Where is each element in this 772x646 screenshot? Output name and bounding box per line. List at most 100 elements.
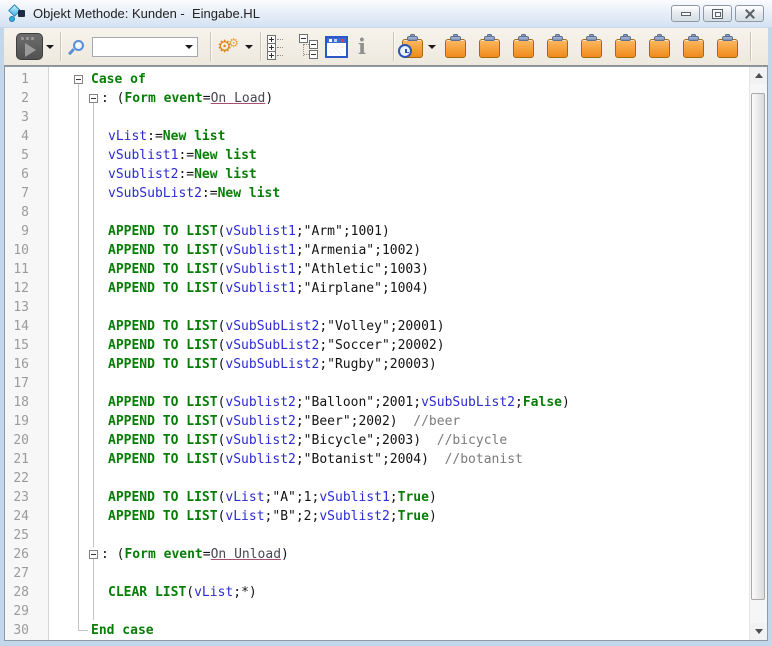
scroll-up-button[interactable] (750, 67, 767, 84)
clipboard-history-icon (401, 34, 425, 60)
clipboard-icon (580, 34, 604, 60)
clipboard-button-4[interactable] (546, 28, 570, 65)
line-number: 24 (5, 507, 48, 526)
clipboard-button-3[interactable] (512, 28, 536, 65)
code-line (49, 564, 749, 583)
line-number: 10 (5, 241, 48, 260)
code-token: : ( (101, 91, 124, 106)
code-token: vSubSubList2 (225, 357, 319, 372)
code-token: ;"Soccer";20002) (319, 338, 444, 353)
code-token: vSublist1 (225, 224, 295, 239)
line-number: 2 (5, 89, 48, 108)
clipboard-button-6[interactable] (614, 28, 638, 65)
toolbar-separator (210, 32, 211, 61)
code-token: ) (265, 91, 273, 106)
clipboard-button-7[interactable] (648, 28, 672, 65)
code-token: vSublist1 (225, 243, 295, 258)
code-token: := (178, 167, 194, 182)
scroll-down-button[interactable] (750, 623, 767, 640)
line-number: 13 (5, 298, 48, 317)
code-token: ) (562, 395, 570, 410)
code-token: vSubSubList2 (225, 319, 319, 334)
clipboard-button-8[interactable] (682, 28, 706, 65)
clipboard-icon (716, 34, 740, 60)
toolbar-separator (750, 32, 751, 61)
method-editor-window: Objekt Methode: Kunden - Eingabe.HL (0, 0, 772, 646)
vertical-scrollbar[interactable] (749, 67, 767, 640)
line-number: 18 (5, 393, 48, 412)
info-button[interactable] (358, 28, 366, 65)
code-token: ;"Athletic";1003) (296, 262, 429, 277)
line-number: 3 (5, 108, 48, 127)
line-number: 4 (5, 127, 48, 146)
maximize-button[interactable] (703, 5, 732, 22)
search-combobox[interactable] (92, 28, 198, 65)
code-line: APPEND TO LIST(vSubSubList2;"Volley";200… (49, 317, 749, 336)
code-line: Case of (49, 70, 749, 89)
close-button[interactable] (735, 5, 764, 22)
toolbar-separator (393, 32, 394, 61)
chevron-down-icon[interactable] (428, 45, 436, 49)
run-method-button[interactable] (16, 28, 54, 65)
macros-button[interactable] (325, 28, 348, 65)
code-line (49, 203, 749, 222)
clock-icon (398, 44, 412, 58)
line-number: 30 (5, 621, 48, 640)
chevron-down-icon[interactable] (46, 45, 54, 49)
code-token: New list (194, 167, 257, 182)
code-area[interactable]: Case of: (Form event=On Load)vList:=New … (49, 67, 749, 640)
code-token: APPEND TO LIST (108, 490, 218, 505)
minimize-icon (681, 12, 691, 16)
code-token: vSublist2 (108, 167, 178, 182)
code-token: vList (225, 490, 264, 505)
code-token: vSublist2 (225, 452, 295, 467)
code-token: APPEND TO LIST (108, 281, 218, 296)
clipboard-button-9[interactable] (716, 28, 740, 65)
code-token: ;"Bicycle";2003) (296, 433, 437, 448)
line-number: 16 (5, 355, 48, 374)
code-lines: Case of: (Form event=On Load)vList:=New … (49, 70, 749, 640)
combobox-arrow-icon[interactable] (181, 45, 197, 49)
code-token: On Unload (211, 547, 281, 562)
code-token: New list (163, 129, 226, 144)
code-token: APPEND TO LIST (108, 509, 218, 524)
code-token: APPEND TO LIST (108, 414, 218, 429)
clipboard-button-5[interactable] (580, 28, 604, 65)
line-number: 11 (5, 260, 48, 279)
search-input[interactable] (93, 39, 181, 55)
fold-toggle-icon[interactable] (89, 550, 98, 559)
code-token: True (398, 490, 429, 505)
code-token: : ( (101, 547, 124, 562)
window-controls (671, 5, 764, 22)
line-number: 9 (5, 222, 48, 241)
code-token: vSublist2 (225, 433, 295, 448)
toolbar (4, 28, 768, 66)
scrollbar-thumb[interactable] (751, 93, 765, 600)
fold-toggle-icon[interactable] (89, 94, 98, 103)
chevron-down-icon[interactable] (245, 45, 253, 49)
code-token: ;*) (233, 585, 256, 600)
code-token: //bicycle (437, 433, 507, 448)
code-token: APPEND TO LIST (108, 243, 218, 258)
code-token: ;"Arm";1001) (296, 224, 390, 239)
code-editor[interactable]: 1234567891011121314151617181920212223242… (4, 66, 768, 641)
code-token: Form event (124, 91, 202, 106)
code-token: ;"Rugby";20003) (319, 357, 436, 372)
code-token: vSublist2 (319, 509, 389, 524)
code-token: ) (429, 509, 437, 524)
code-token: APPEND TO LIST (108, 395, 218, 410)
code-token: := (147, 129, 163, 144)
clipboard-button-2[interactable] (478, 28, 502, 65)
fold-toggle-icon[interactable] (74, 75, 83, 84)
method-properties-button[interactable] (217, 28, 253, 65)
minimize-button[interactable] (671, 5, 700, 22)
code-line (49, 602, 749, 621)
expand-all-button[interactable] (267, 28, 289, 65)
line-number: 19 (5, 412, 48, 431)
clipboard-button-1[interactable] (444, 28, 468, 65)
code-line: vSublist2:=New list (49, 165, 749, 184)
line-number: 7 (5, 184, 48, 203)
collapse-all-button[interactable] (297, 28, 319, 65)
code-token: := (178, 148, 194, 163)
clipboard-history-button[interactable] (401, 28, 436, 65)
